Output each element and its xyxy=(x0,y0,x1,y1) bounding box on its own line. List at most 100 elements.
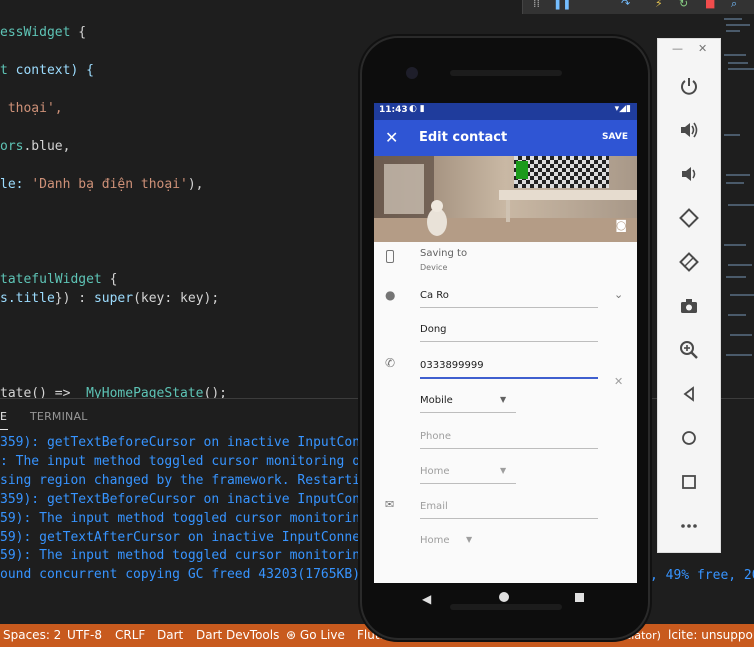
log-right-fragment: , 49% free, 20 xyxy=(650,568,754,583)
back-button[interactable] xyxy=(676,381,702,407)
code-token: { xyxy=(101,272,118,287)
code-token: thoại', xyxy=(0,101,63,116)
code-token: le: xyxy=(0,177,32,192)
status-dart-devtools[interactable]: Dart DevTools xyxy=(196,628,279,642)
android-nav-bar: ◀ xyxy=(374,583,637,619)
rotate-right-icon xyxy=(679,252,699,272)
camera-icon[interactable]: ◙ xyxy=(615,218,627,232)
phone-number-field[interactable]: 0333899999 xyxy=(420,360,484,371)
volume-up-button[interactable] xyxy=(676,117,702,143)
page-title: Edit contact xyxy=(419,130,508,145)
app-bar: ✕ Edit contact SAVE xyxy=(374,120,637,156)
code-token: { xyxy=(70,25,87,40)
code-line[interactable]: tatefulWidget { xyxy=(0,272,117,287)
log-line: 59): getTextAfterCursor on inactive Inpu… xyxy=(0,529,384,545)
email-placeholder[interactable]: Email xyxy=(420,501,448,512)
status-lcite[interactable]: lcite: unsupport xyxy=(668,628,754,642)
close-icon[interactable]: ✕ xyxy=(385,128,398,147)
code-line[interactable]: essWidget { xyxy=(0,25,86,40)
status-encoding[interactable]: UTF-8 xyxy=(67,628,102,642)
zoom-button[interactable] xyxy=(676,337,702,363)
tab-debug-console[interactable]: E xyxy=(0,410,7,423)
step-over-icon[interactable]: ↷ xyxy=(621,0,630,10)
phone-input-placeholder[interactable]: Phone xyxy=(420,431,451,442)
status-line-ending[interactable]: CRLF xyxy=(115,628,145,642)
code-line[interactable]: thoại', xyxy=(0,101,63,116)
go-live-label: Go Live xyxy=(299,628,345,642)
volume-down-button[interactable] xyxy=(676,161,702,187)
pause-icon[interactable]: ❚❚ xyxy=(553,0,571,10)
recents-icon[interactable] xyxy=(575,593,584,602)
phone-type-underline xyxy=(420,412,516,413)
code-token: super xyxy=(93,291,134,306)
broadcast-icon: ⊛ xyxy=(286,628,297,642)
android-status-bar: 11:43 ◐ ▮ ▾◢▮ xyxy=(374,103,637,120)
camera-icon xyxy=(681,299,697,313)
code-token: }) : xyxy=(54,291,94,306)
status-language[interactable]: Dart xyxy=(157,628,183,642)
phone-number-underline xyxy=(420,377,598,379)
code-token: s.title xyxy=(0,291,55,306)
status-indentation[interactable]: Spaces: 2 xyxy=(3,628,61,642)
saving-to-label: Saving to xyxy=(420,248,468,259)
phone-device-icon xyxy=(386,250,394,263)
status-go-live[interactable]: ⊛ Go Live xyxy=(286,628,345,642)
emulator-controls: — ✕ xyxy=(657,38,721,553)
dropdown-arrow-icon[interactable]: ▼ xyxy=(466,535,472,544)
dropdown-arrow-icon[interactable]: ▼ xyxy=(500,466,506,475)
phone-icon: ✆ xyxy=(385,356,396,370)
screenshot-button[interactable] xyxy=(676,293,702,319)
log-line: 359): getTextBeforeCursor on inactive In… xyxy=(0,491,376,507)
code-token: (key: key); xyxy=(133,291,220,306)
minimize-icon[interactable]: — xyxy=(672,42,683,55)
code-line[interactable]: t context) { xyxy=(0,63,94,78)
overview-button[interactable] xyxy=(676,469,702,495)
drag-handle-icon[interactable]: ⁞⁞ xyxy=(533,0,540,10)
log-line: ound concurrent copying GC freed 43203(1… xyxy=(0,567,376,583)
code-token: context) { xyxy=(7,63,94,78)
inspect-icon[interactable]: ⌕ xyxy=(731,0,737,11)
rotate-right-button[interactable] xyxy=(676,249,702,275)
code-line[interactable]: ors.blue, xyxy=(0,139,70,154)
volume-up-icon xyxy=(681,122,698,138)
contact-photo[interactable]: ◙ xyxy=(374,156,637,242)
back-icon[interactable]: ◀ xyxy=(422,592,431,606)
minimap[interactable] xyxy=(722,14,754,398)
volume-down-icon xyxy=(682,167,696,181)
code-token: tatefulWidget xyxy=(0,272,102,287)
code-token: essWidget xyxy=(0,25,71,40)
device-screen[interactable]: 11:43 ◐ ▮ ▾◢▮ ✕ Edit contact SAVE ◙ Savi… xyxy=(374,103,637,583)
more-button[interactable] xyxy=(676,513,702,539)
clock: 11:43 xyxy=(379,105,408,115)
last-name-underline xyxy=(420,341,598,342)
remove-phone-icon[interactable]: ✕ xyxy=(614,375,623,388)
code-line[interactable]: s.title}) : super(key: key); xyxy=(0,291,219,306)
save-button[interactable]: SAVE xyxy=(602,132,628,142)
code-line[interactable]: le: 'Danh bạ điện thoại'), xyxy=(0,177,204,192)
code-token: .blue, xyxy=(23,139,71,154)
rotate-left-button[interactable] xyxy=(676,205,702,231)
log-line: sing region changed by the framework. Re… xyxy=(0,472,376,488)
phone2-type-select[interactable]: Home xyxy=(420,466,450,477)
saving-to-value[interactable]: Device xyxy=(420,263,447,272)
phone-type-select[interactable]: Mobile xyxy=(420,395,453,406)
email-type-select[interactable]: Home xyxy=(420,535,450,546)
home-icon[interactable] xyxy=(499,592,509,602)
stop-icon[interactable]: ■ xyxy=(705,0,715,10)
last-name-field[interactable]: Dong xyxy=(420,324,447,335)
dropdown-arrow-icon[interactable]: ▼ xyxy=(500,395,506,404)
restart-icon[interactable]: ↻ xyxy=(679,0,688,10)
log-line: 59): The input method toggled cursor mon… xyxy=(0,548,368,564)
code-token: 'Danh bạ điện thoại' xyxy=(31,177,188,192)
hot-reload-icon[interactable]: ⚡ xyxy=(655,0,663,10)
first-name-field[interactable]: Ca Ro xyxy=(420,290,449,301)
close-icon[interactable]: ✕ xyxy=(698,42,707,55)
tab-terminal[interactable]: TERMINAL xyxy=(30,410,88,423)
person-icon: ● xyxy=(385,288,396,302)
back-icon xyxy=(683,386,694,402)
home-button[interactable] xyxy=(676,425,702,451)
chevron-down-icon[interactable]: ⌄ xyxy=(614,288,623,301)
power-button[interactable] xyxy=(676,73,702,99)
rotate-left-icon xyxy=(679,208,699,228)
notification-icons: ◐ ▮ xyxy=(409,104,425,114)
